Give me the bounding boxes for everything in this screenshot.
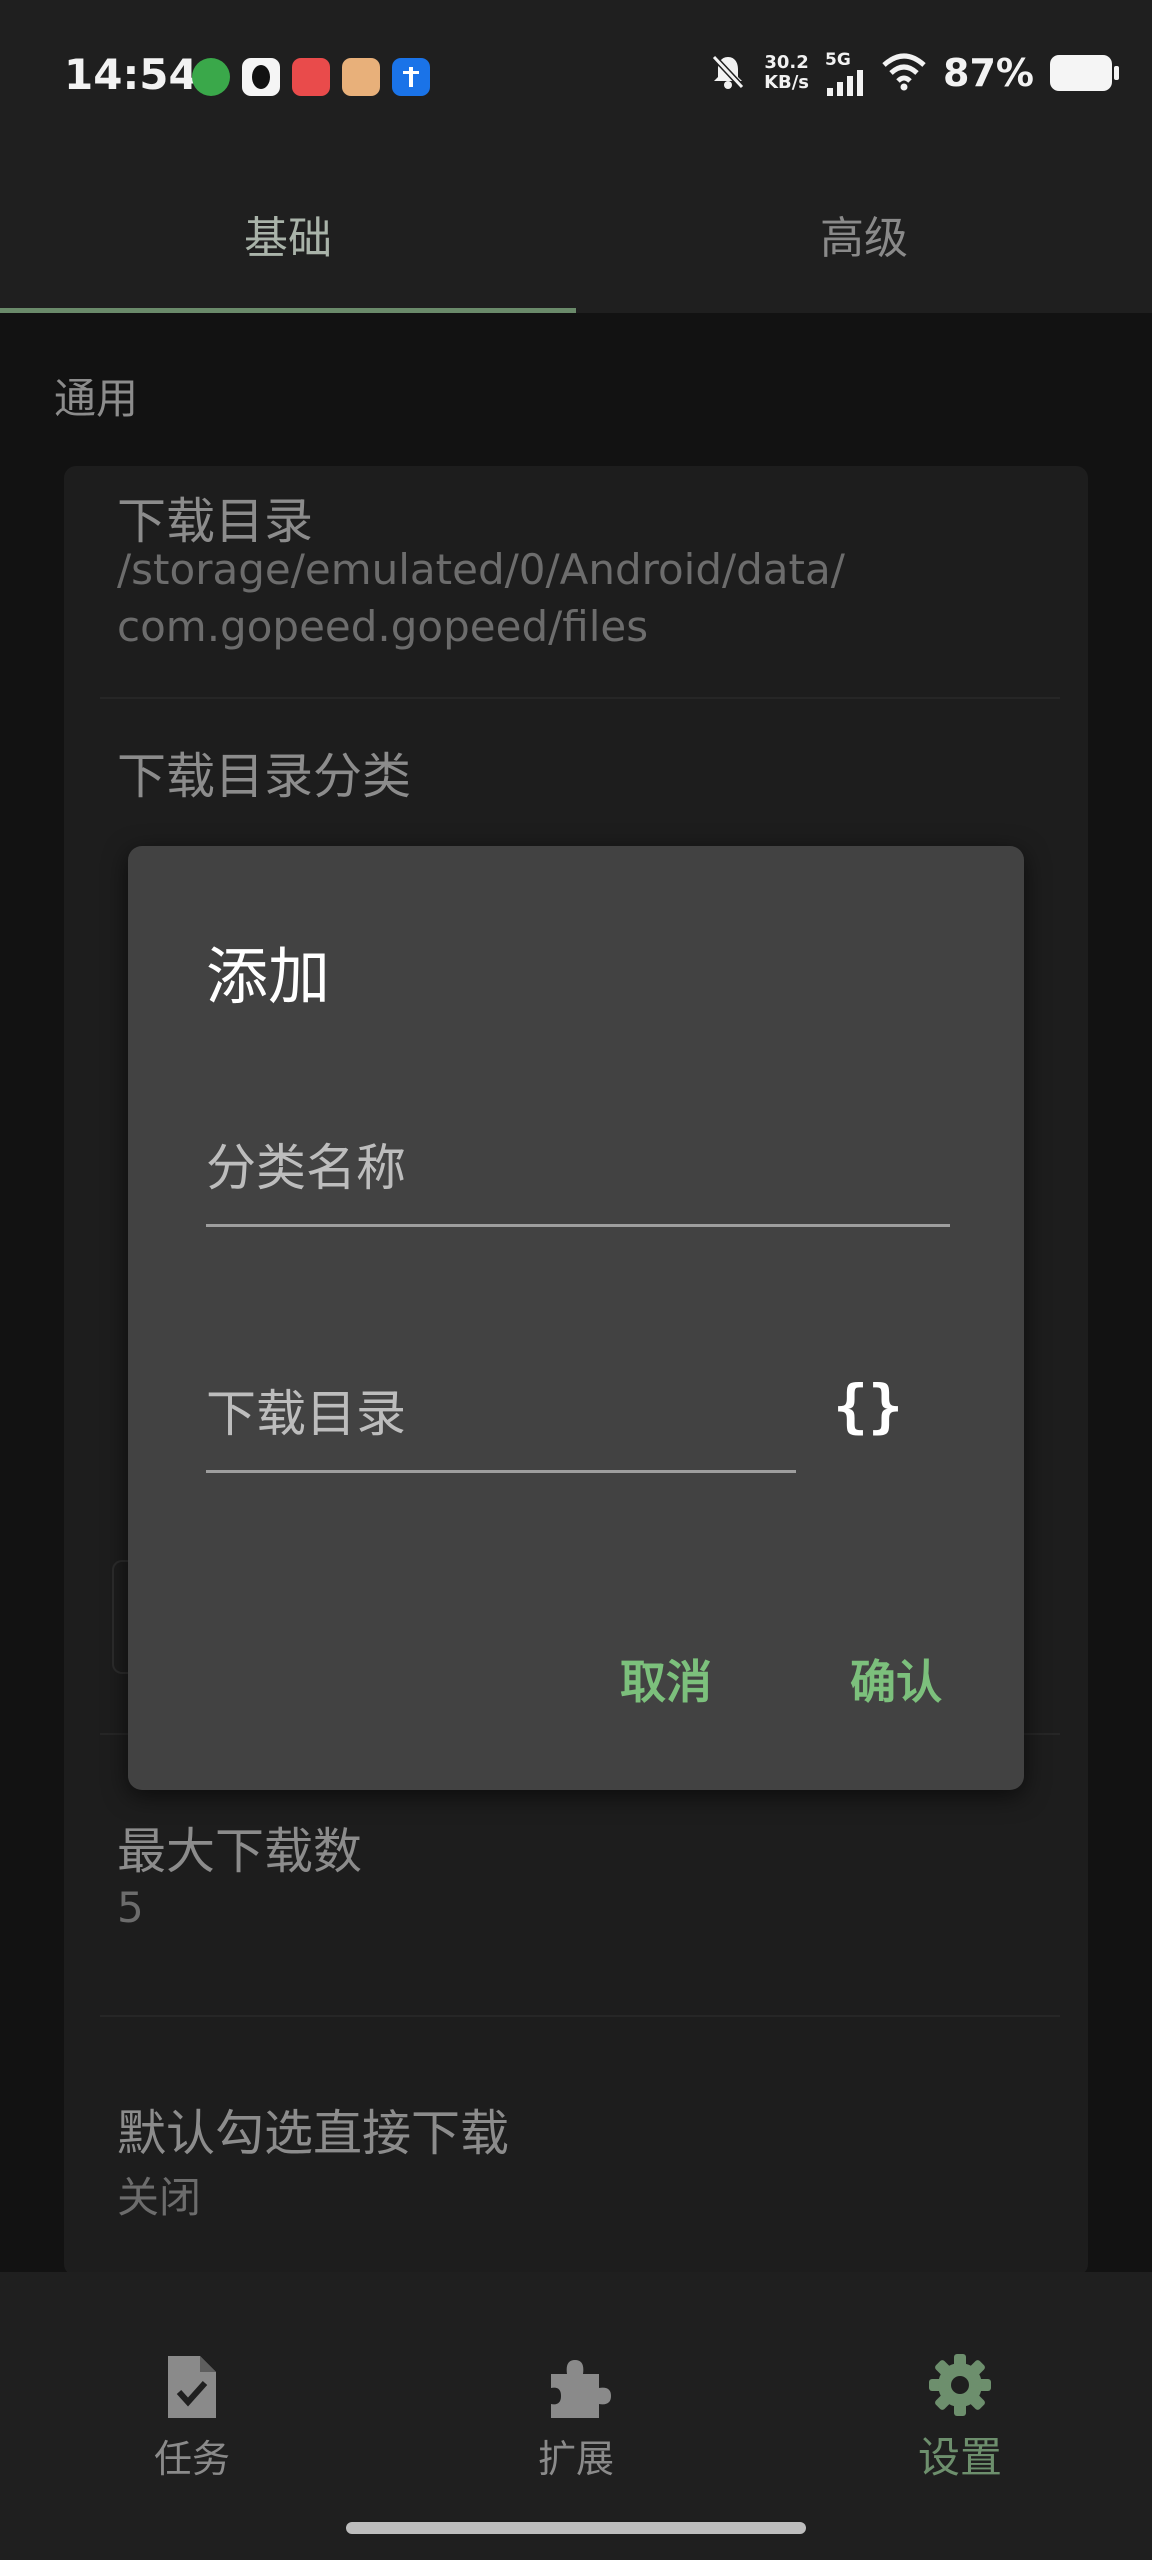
- auto-download-value: 关闭: [117, 2173, 202, 2222]
- status-app-icon-1: [192, 58, 230, 96]
- wifi-icon: [881, 51, 927, 95]
- divider: [100, 697, 1060, 699]
- max-downloads-title[interactable]: 最大下载数: [117, 1812, 362, 1883]
- qq-icon: [242, 58, 280, 96]
- bottom-navigation: 任务 扩展 设置: [0, 2272, 1152, 2560]
- auto-download-title[interactable]: 默认勾选直接下载: [117, 2094, 509, 2165]
- nav-tasks[interactable]: 任务: [92, 2352, 292, 2483]
- category-name-field[interactable]: 分类名称: [206, 1128, 950, 1228]
- download-dir-field[interactable]: 下载目录: [206, 1374, 796, 1474]
- nav-extensions[interactable]: 扩展: [476, 2352, 676, 2483]
- tab-indicator: [0, 308, 576, 313]
- status-app-icon-4: [342, 58, 380, 96]
- tab-advanced[interactable]: 高级: [576, 155, 1152, 313]
- speed-unit: KB/s: [764, 72, 810, 93]
- settings-tabs: 基础 高级: [0, 155, 1152, 313]
- download-dir-underline: [206, 1470, 796, 1473]
- download-dir-value-line1: /storage/emulated/0/Android/data/: [117, 545, 845, 594]
- category-name-label: 分类名称: [206, 1139, 406, 1197]
- task-document-icon: [168, 2356, 216, 2418]
- mute-bell-icon: [708, 51, 748, 95]
- status-time: 14:54: [64, 50, 198, 99]
- tab-basic[interactable]: 基础: [0, 155, 576, 313]
- speed-value: 30.2: [764, 52, 809, 73]
- alipay-icon: [392, 58, 430, 96]
- nav-settings-label: 设置: [917, 2433, 1002, 2482]
- status-app-icon-3: [292, 58, 330, 96]
- cancel-button[interactable]: 取消: [620, 1646, 712, 1712]
- category-name-underline: [206, 1224, 950, 1227]
- section-general-label: 通用: [54, 374, 139, 423]
- variables-braces-icon[interactable]: {}: [828, 1371, 908, 1441]
- puzzle-piece-icon: [551, 2360, 611, 2418]
- gear-icon: [929, 2354, 991, 2416]
- nav-extensions-label: 扩展: [537, 2437, 614, 2481]
- status-right-group: 30.2 KB/s 5G 87%: [708, 48, 1119, 98]
- download-dir-value-line2: com.gopeed.gopeed/files: [117, 602, 649, 651]
- signal-bars-icon: [827, 70, 864, 96]
- network-type: 5G: [825, 50, 851, 70]
- confirm-button[interactable]: 确认: [850, 1646, 942, 1712]
- home-indicator[interactable]: [346, 2522, 806, 2534]
- cell-signal: 5G: [825, 50, 865, 96]
- category-title[interactable]: 下载目录分类: [117, 737, 411, 808]
- status-bar: 14:54 30.2 KB/s 5G 87%: [0, 0, 1152, 155]
- download-dir-label: 下载目录: [206, 1385, 406, 1443]
- nav-settings[interactable]: 设置: [860, 2352, 1060, 2485]
- screen: 14:54 30.2 KB/s 5G 87% 基础 高级 通用 下载目录 /st…: [0, 0, 1152, 2560]
- download-dir-title[interactable]: 下载目录: [117, 482, 313, 553]
- network-speed: 30.2 KB/s: [764, 53, 809, 93]
- divider: [100, 2015, 1060, 2017]
- max-downloads-value: 5: [117, 1883, 144, 1932]
- battery-percent: 87%: [943, 51, 1034, 95]
- battery-icon: [1050, 55, 1119, 91]
- nav-tasks-label: 任务: [153, 2437, 230, 2481]
- dialog-title: 添加: [206, 940, 331, 1013]
- add-category-dialog: 添加 分类名称 下载目录 {} 取消 确认: [128, 846, 1024, 1790]
